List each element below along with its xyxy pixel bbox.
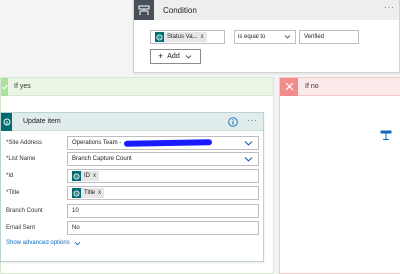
site-address-select[interactable]: Operations Team - bbox=[67, 136, 259, 150]
title-token[interactable]: S Title x bbox=[72, 188, 105, 198]
id-label: *Id bbox=[6, 173, 14, 179]
branch-count-input[interactable]: 10 bbox=[67, 204, 259, 218]
svg-text:S: S bbox=[75, 191, 78, 196]
status-token-label: Status Va... bbox=[167, 34, 198, 40]
list-name-label: *List Name bbox=[6, 156, 36, 162]
redaction-mark bbox=[124, 139, 213, 147]
status-token[interactable]: S Status Va... x bbox=[155, 32, 207, 42]
condition-card: Condition ··· S Status Va... x is equal … bbox=[133, 0, 400, 73]
list-name-select[interactable]: Branch Capture Count bbox=[67, 152, 259, 166]
sharepoint-icon: S bbox=[72, 171, 81, 181]
branch-count-row: Branch Count 10 bbox=[6, 204, 259, 218]
if-no-branch: If no bbox=[279, 77, 400, 274]
update-item-header[interactable]: S Update item ··· bbox=[1, 112, 263, 131]
id-field[interactable]: S ID x bbox=[67, 169, 259, 183]
update-item-more-button[interactable]: ··· bbox=[247, 116, 258, 125]
show-advanced-options-link[interactable]: Show advanced options bbox=[6, 240, 81, 246]
svg-text:S: S bbox=[5, 120, 8, 125]
condition-icon bbox=[134, 0, 154, 20]
add-button[interactable]: + Add bbox=[150, 49, 201, 64]
svg-text:S: S bbox=[75, 174, 78, 179]
chevron-down-icon bbox=[244, 141, 253, 146]
operator-value: is equal to bbox=[238, 34, 266, 40]
condition-title: Condition bbox=[163, 5, 197, 15]
title-token-remove-button[interactable]: x bbox=[98, 190, 101, 196]
email-sent-input[interactable]: No bbox=[67, 221, 259, 235]
status-token-remove-button[interactable]: x bbox=[201, 34, 204, 40]
list-name-value: Branch Capture Count bbox=[72, 156, 132, 162]
update-item-card: S Update item ··· *Site Address Operatio… bbox=[0, 112, 264, 262]
chevron-down-icon bbox=[284, 35, 291, 39]
check-icon bbox=[1, 77, 8, 96]
id-row: *Id S ID x bbox=[6, 169, 259, 183]
add-button-label: Add bbox=[167, 53, 180, 60]
sharepoint-icon: S bbox=[155, 32, 164, 42]
condition-left-operand[interactable]: S Status Va... x bbox=[150, 30, 225, 44]
condition-more-button[interactable]: ··· bbox=[384, 3, 395, 12]
list-name-row: *List Name Branch Capture Count bbox=[6, 152, 259, 166]
condition-header[interactable]: Condition ··· bbox=[134, 0, 399, 20]
flow-designer-canvas: Condition ··· S Status Va... x is equal … bbox=[0, 0, 400, 274]
show-advanced-options-label: Show advanced options bbox=[6, 240, 70, 246]
condition-value-input[interactable]: Verified bbox=[299, 30, 359, 44]
chevron-down-icon bbox=[74, 241, 81, 245]
site-address-value: Operations Team - bbox=[72, 140, 122, 146]
chevron-down-icon bbox=[244, 157, 253, 162]
email-sent-row: Email Sent No bbox=[6, 221, 259, 235]
email-sent-label: Email Sent bbox=[6, 225, 36, 231]
title-row: *Title S Title x bbox=[6, 186, 259, 200]
site-address-row: *Site Address Operations Team - bbox=[6, 136, 259, 150]
info-icon[interactable] bbox=[228, 117, 238, 127]
site-address-label: *Site Address bbox=[6, 140, 43, 146]
if-yes-header[interactable]: If yes bbox=[1, 77, 273, 96]
id-token-remove-button[interactable]: x bbox=[93, 173, 96, 179]
title-field[interactable]: S Title x bbox=[67, 186, 259, 200]
id-token-label: ID bbox=[84, 173, 90, 179]
sharepoint-icon: S bbox=[1, 112, 12, 131]
branch-count-label: Branch Count bbox=[6, 208, 43, 214]
plus-icon: + bbox=[158, 51, 164, 61]
if-no-header[interactable]: If no bbox=[280, 77, 400, 96]
close-icon bbox=[280, 77, 298, 96]
title-label: *Title bbox=[6, 190, 20, 196]
if-no-title: If no bbox=[305, 83, 319, 90]
id-token[interactable]: S ID x bbox=[72, 171, 99, 181]
sharepoint-icon: S bbox=[72, 188, 81, 198]
action-icon[interactable] bbox=[380, 130, 392, 140]
if-yes-title: If yes bbox=[14, 83, 31, 90]
condition-row: S Status Va... x is equal to Verified bbox=[150, 30, 359, 44]
update-item-title: Update item bbox=[23, 118, 61, 125]
condition-operator-select[interactable]: is equal to bbox=[234, 30, 296, 44]
title-token-label: Title bbox=[84, 190, 96, 196]
svg-text:S: S bbox=[158, 35, 161, 40]
chevron-down-icon bbox=[185, 54, 192, 59]
